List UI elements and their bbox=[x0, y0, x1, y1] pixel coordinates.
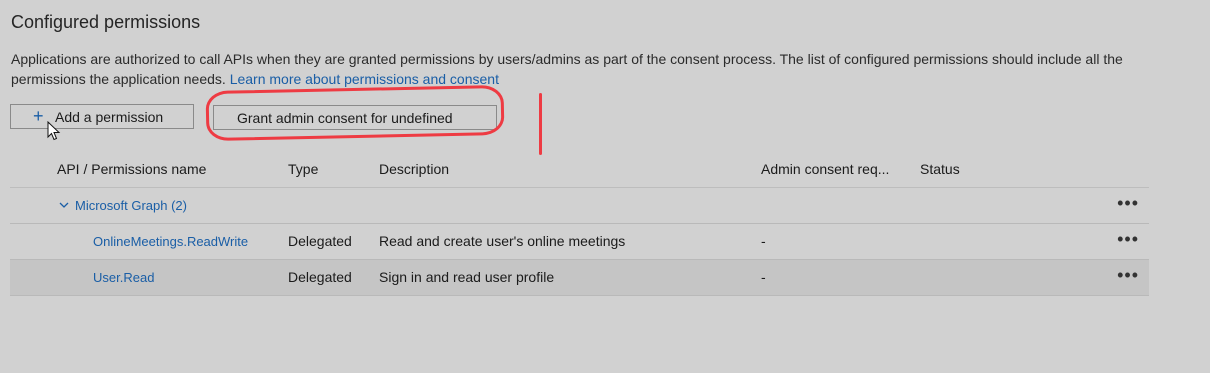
red-highlight-annotation bbox=[205, 84, 505, 142]
permission-name-link[interactable]: OnlineMeetings.ReadWrite bbox=[93, 224, 248, 259]
learn-more-link[interactable]: Learn more about permissions and consent bbox=[230, 71, 499, 87]
plus-icon: + bbox=[33, 106, 44, 126]
permission-name-link[interactable]: User.Read bbox=[93, 260, 154, 295]
chevron-down-icon[interactable] bbox=[59, 200, 69, 210]
more-actions-icon[interactable]: ••• bbox=[1117, 188, 1139, 223]
permission-description: Sign in and read user profile bbox=[379, 269, 555, 285]
table-header-row: API / Permissions name Type Description … bbox=[10, 152, 1149, 188]
section-description: Applications are authorized to call APIs… bbox=[11, 49, 1161, 89]
admin-consent-value: - bbox=[761, 233, 766, 249]
add-permission-label: Add a permission bbox=[55, 108, 164, 125]
column-header-api-name[interactable]: API / Permissions name bbox=[57, 152, 206, 187]
admin-consent-value: - bbox=[761, 269, 766, 285]
permissions-table: API / Permissions name Type Description … bbox=[10, 152, 1149, 296]
column-header-description[interactable]: Description bbox=[379, 152, 449, 187]
permission-type: Delegated bbox=[288, 233, 352, 249]
add-permission-button[interactable]: + Add a permission bbox=[10, 104, 194, 129]
page-title: Configured permissions bbox=[11, 12, 201, 32]
column-header-status[interactable]: Status bbox=[920, 152, 960, 187]
description-text: Applications are authorized to call APIs… bbox=[11, 51, 1123, 87]
column-header-type[interactable]: Type bbox=[288, 152, 318, 187]
table-row: User.Read Delegated Sign in and read use… bbox=[10, 260, 1149, 296]
permission-description: Read and create user's online meetings bbox=[379, 233, 626, 249]
api-group-row[interactable]: Microsoft Graph (2) ••• bbox=[10, 188, 1149, 224]
red-mark-annotation bbox=[539, 93, 542, 155]
mouse-pointer-icon bbox=[47, 121, 61, 141]
table-row: OnlineMeetings.ReadWrite Delegated Read … bbox=[10, 224, 1149, 260]
permission-type: Delegated bbox=[288, 269, 352, 285]
column-header-admin-consent[interactable]: Admin consent req... bbox=[761, 152, 889, 187]
api-group-label[interactable]: Microsoft Graph (2) bbox=[75, 188, 187, 223]
more-actions-icon[interactable]: ••• bbox=[1117, 224, 1139, 259]
more-actions-icon[interactable]: ••• bbox=[1117, 260, 1139, 295]
